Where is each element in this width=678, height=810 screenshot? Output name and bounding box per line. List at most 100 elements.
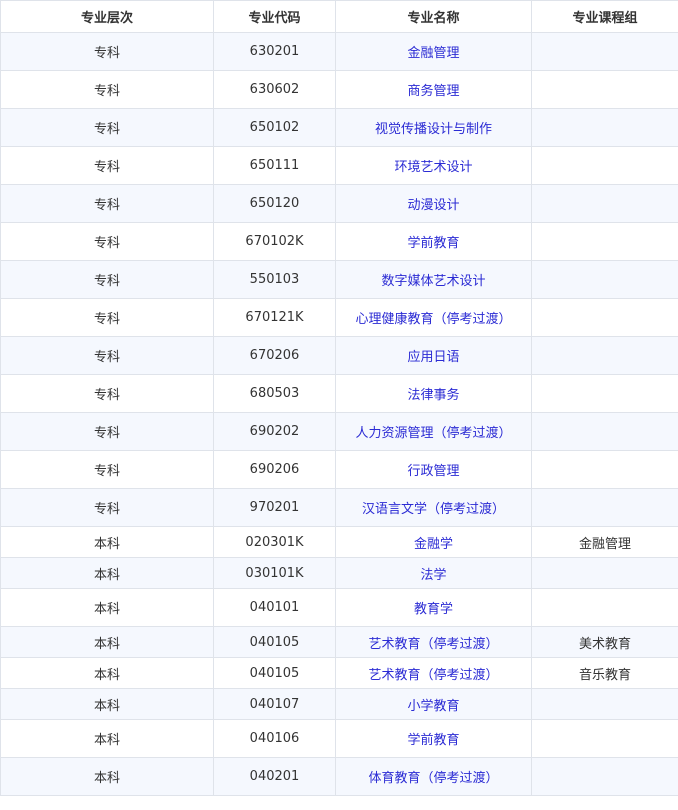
table-row: 专科 550103 数字媒体艺术设计 — [0, 260, 678, 299]
cell-code: 630602 — [213, 70, 336, 109]
table-row: 专科 670121K 心理健康教育（停考过渡） — [0, 298, 678, 337]
cell-group — [531, 222, 678, 261]
cell-code: 040106 — [213, 719, 336, 758]
cell-group — [531, 450, 678, 489]
cell-group: 美术教育 — [531, 626, 678, 658]
cell-group — [531, 146, 678, 185]
cell-level: 本科 — [0, 657, 214, 689]
cell-code: 670206 — [213, 336, 336, 375]
cell-name-link[interactable]: 艺术教育（停考过渡） — [335, 657, 532, 689]
cell-group — [531, 588, 678, 627]
table-row: 本科 040201 体育教育（停考过渡） — [0, 757, 678, 796]
cell-code: 020301K — [213, 526, 336, 558]
cell-code: 040105 — [213, 626, 336, 658]
cell-group — [531, 557, 678, 589]
cell-name-link[interactable]: 金融管理 — [335, 32, 532, 71]
cell-name-link[interactable]: 法律事务 — [335, 374, 532, 413]
cell-code: 630201 — [213, 32, 336, 71]
cell-group — [531, 757, 678, 796]
table-body: 专科 630201 金融管理 专科 630602 商务管理 专科 650102 视觉传播设计与制… — [0, 32, 678, 796]
cell-level: 专科 — [0, 488, 214, 527]
cell-code: 550103 — [213, 260, 336, 299]
cell-name-link[interactable]: 学前教育 — [335, 719, 532, 758]
cell-level: 本科 — [0, 626, 214, 658]
cell-name-link[interactable]: 数字媒体艺术设计 — [335, 260, 532, 299]
table-row: 专科 650102 视觉传播设计与制作 — [0, 108, 678, 147]
table-row: 本科 040101 教育学 — [0, 588, 678, 627]
table-row: 专科 670102K 学前教育 — [0, 222, 678, 261]
cell-name-link[interactable]: 教育学 — [335, 588, 532, 627]
cell-level: 专科 — [0, 298, 214, 337]
cell-name-link[interactable]: 行政管理 — [335, 450, 532, 489]
table-row: 专科 650111 环境艺术设计 — [0, 146, 678, 185]
cell-name-link[interactable]: 心理健康教育（停考过渡） — [335, 298, 532, 337]
cell-level: 专科 — [0, 450, 214, 489]
table-row: 专科 690202 人力资源管理（停考过渡） — [0, 412, 678, 451]
cell-level: 专科 — [0, 184, 214, 223]
cell-name-link[interactable]: 商务管理 — [335, 70, 532, 109]
table-row: 专科 970201 汉语言文学（停考过渡） — [0, 488, 678, 527]
cell-group — [531, 412, 678, 451]
cell-name-link[interactable]: 汉语言文学（停考过渡） — [335, 488, 532, 527]
cell-code: 670102K — [213, 222, 336, 261]
cell-level: 专科 — [0, 146, 214, 185]
cell-code: 670121K — [213, 298, 336, 337]
table-row: 专科 690206 行政管理 — [0, 450, 678, 489]
cell-level: 本科 — [0, 557, 214, 589]
header-name: 专业名称 — [335, 0, 532, 33]
cell-group — [531, 32, 678, 71]
table-row: 专科 630201 金融管理 — [0, 32, 678, 71]
table-header-row: 专业层次 专业代码 专业名称 专业课程组 — [0, 0, 678, 33]
cell-name-link[interactable]: 艺术教育（停考过渡） — [335, 626, 532, 658]
cell-code: 650102 — [213, 108, 336, 147]
cell-level: 专科 — [0, 222, 214, 261]
table-row: 本科 040105 艺术教育（停考过渡） 美术教育 — [0, 626, 678, 658]
cell-group: 音乐教育 — [531, 657, 678, 689]
cell-code: 040201 — [213, 757, 336, 796]
cell-group — [531, 488, 678, 527]
table-row: 本科 040106 学前教育 — [0, 719, 678, 758]
cell-name-link[interactable]: 小学教育 — [335, 688, 532, 720]
cell-name-link[interactable]: 金融学 — [335, 526, 532, 558]
cell-name-link[interactable]: 学前教育 — [335, 222, 532, 261]
major-table: 专业层次 专业代码 专业名称 专业课程组 专科 630201 金融管理 专科 63060… — [0, 0, 678, 796]
cell-code: 690202 — [213, 412, 336, 451]
cell-code: 650111 — [213, 146, 336, 185]
table-row: 专科 680503 法律事务 — [0, 374, 678, 413]
cell-name-link[interactable]: 法学 — [335, 557, 532, 589]
cell-level: 专科 — [0, 374, 214, 413]
table-row: 专科 650120 动漫设计 — [0, 184, 678, 223]
cell-name-link[interactable]: 体育教育（停考过渡） — [335, 757, 532, 796]
cell-code: 040101 — [213, 588, 336, 627]
cell-level: 专科 — [0, 32, 214, 71]
cell-code: 040107 — [213, 688, 336, 720]
cell-group — [531, 719, 678, 758]
table-row: 专科 630602 商务管理 — [0, 70, 678, 109]
cell-level: 本科 — [0, 588, 214, 627]
cell-level: 专科 — [0, 412, 214, 451]
cell-level: 本科 — [0, 719, 214, 758]
cell-name-link[interactable]: 动漫设计 — [335, 184, 532, 223]
cell-level: 专科 — [0, 260, 214, 299]
cell-level: 本科 — [0, 757, 214, 796]
cell-name-link[interactable]: 人力资源管理（停考过渡） — [335, 412, 532, 451]
table-row: 本科 040107 小学教育 — [0, 688, 678, 720]
cell-group: 金融管理 — [531, 526, 678, 558]
cell-level: 专科 — [0, 70, 214, 109]
header-code: 专业代码 — [213, 0, 336, 33]
cell-name-link[interactable]: 视觉传播设计与制作 — [335, 108, 532, 147]
table-row: 专科 670206 应用日语 — [0, 336, 678, 375]
cell-level: 本科 — [0, 688, 214, 720]
cell-group — [531, 70, 678, 109]
cell-name-link[interactable]: 应用日语 — [335, 336, 532, 375]
cell-level: 专科 — [0, 336, 214, 375]
cell-code: 690206 — [213, 450, 336, 489]
cell-group — [531, 688, 678, 720]
cell-group — [531, 108, 678, 147]
cell-code: 030101K — [213, 557, 336, 589]
cell-group — [531, 260, 678, 299]
table-row: 本科 030101K 法学 — [0, 557, 678, 589]
header-group: 专业课程组 — [531, 0, 678, 33]
cell-code: 040105 — [213, 657, 336, 689]
cell-name-link[interactable]: 环境艺术设计 — [335, 146, 532, 185]
